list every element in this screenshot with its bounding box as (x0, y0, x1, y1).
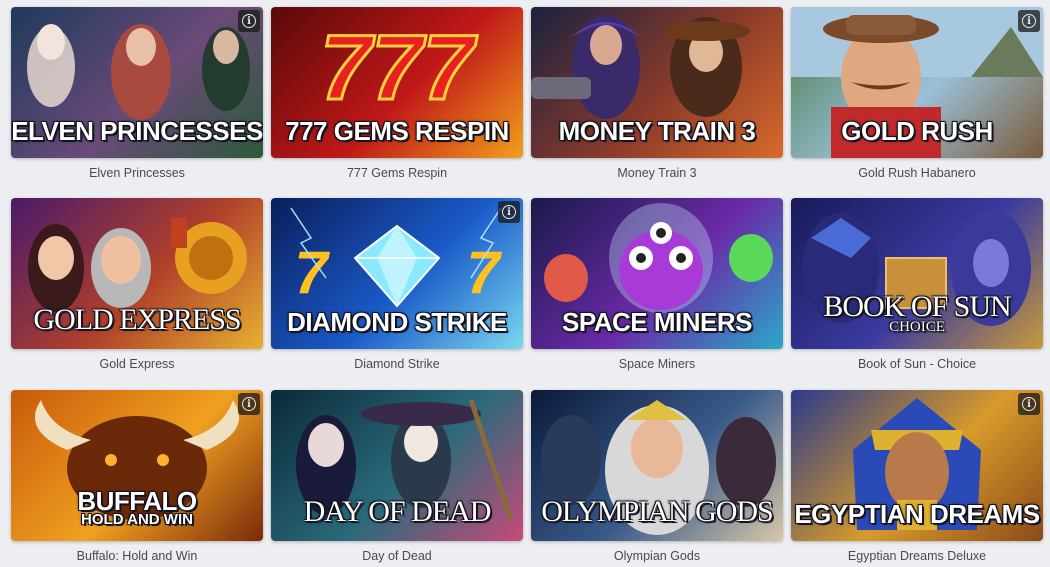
game-logo: GOLD RUSH (791, 118, 1043, 144)
game-logo-text: GOLD RUSH (841, 116, 993, 146)
game-title[interactable]: Gold Express (11, 357, 263, 371)
info-icon: i (242, 397, 256, 411)
game-thumbnail[interactable]: GOLD EXPRESS (11, 198, 263, 349)
game-logo-text: ELVEN PRINCESSES (11, 116, 263, 146)
info-button[interactable]: i (238, 393, 260, 415)
game-logo-text: DIAMOND STRIKE (287, 307, 507, 337)
game-grid: ELVEN PRINCESSES i Elven Princesses 777 777… (0, 0, 1050, 567)
game-tile-gold-express[interactable]: GOLD EXPRESS Gold Express (11, 198, 263, 371)
game-thumbnail[interactable]: BUFFALO HOLD AND WIN i (11, 390, 263, 541)
game-logo: ELVEN PRINCESSES (11, 118, 263, 144)
game-logo-text: SPACE MINERS (562, 307, 753, 337)
info-icon: i (242, 14, 256, 28)
game-thumbnail[interactable]: GOLD RUSH i (791, 7, 1043, 158)
game-tile-book-of-sun[interactable]: BOOK OF SUN CHOICE Book of Sun - Choice (791, 198, 1043, 371)
game-tile-777-gems-respin[interactable]: 777 777 GEMS RESPIN 777 Gems Respin (271, 7, 523, 180)
game-title[interactable]: Money Train 3 (531, 166, 783, 180)
game-tile-egyptian-dreams[interactable]: EGYPTIAN DREAMS i Egyptian Dreams Deluxe (791, 390, 1043, 563)
game-logo-text: MONEY TRAIN 3 (558, 116, 756, 146)
game-title[interactable]: Gold Rush Habanero (791, 166, 1043, 180)
game-title[interactable]: 777 Gems Respin (271, 166, 523, 180)
game-thumbnail[interactable]: DAY OF DEAD (271, 390, 523, 541)
game-title[interactable]: Elven Princesses (11, 166, 263, 180)
game-logo-text: EGYPTIAN DREAMS (794, 499, 1040, 529)
game-thumbnail[interactable]: BOOK OF SUN CHOICE (791, 198, 1043, 349)
game-tile-money-train-3[interactable]: MONEY TRAIN 3 Money Train 3 (531, 7, 783, 180)
game-logo: SPACE MINERS (531, 309, 783, 335)
game-logo: BUFFALO HOLD AND WIN (11, 488, 263, 527)
game-logo-text: OLYMPIAN GODS (541, 495, 774, 528)
game-tile-day-of-dead[interactable]: DAY OF DEAD Day of Dead (271, 390, 523, 563)
game-title[interactable]: Buffalo: Hold and Win (11, 549, 263, 563)
info-icon: i (1022, 397, 1036, 411)
game-logo-text: DAY OF DEAD (303, 495, 492, 528)
game-logo-text: GOLD EXPRESS (33, 303, 241, 336)
game-tile-olympian-gods[interactable]: OLYMPIAN GODS Olympian Gods (531, 390, 783, 563)
game-logo: OLYMPIAN GODS (531, 497, 783, 527)
game-thumbnail[interactable]: EGYPTIAN DREAMS i (791, 390, 1043, 541)
game-logo-text: 777 GEMS RESPIN (285, 116, 509, 146)
game-thumbnail[interactable]: MONEY TRAIN 3 (531, 7, 783, 158)
game-title[interactable]: Olympian Gods (531, 549, 783, 563)
game-tile-diamond-strike[interactable]: 7 7 DIAMOND STRIKE i Diamond Strike (271, 198, 523, 371)
game-title[interactable]: Day of Dead (271, 549, 523, 563)
info-button[interactable]: i (1018, 10, 1040, 32)
game-thumbnail[interactable]: ELVEN PRINCESSES i (11, 7, 263, 158)
game-tile-gold-rush[interactable]: GOLD RUSH i Gold Rush Habanero (791, 7, 1043, 180)
game-logo: DIAMOND STRIKE (271, 309, 523, 335)
game-logo: 777 GEMS RESPIN (271, 118, 523, 144)
game-tile-buffalo[interactable]: BUFFALO HOLD AND WIN i Buffalo: Hold and Wi… (11, 390, 263, 563)
info-button[interactable]: i (238, 10, 260, 32)
game-logo: DAY OF DEAD (271, 497, 523, 527)
info-button[interactable]: i (498, 201, 520, 223)
game-logo: GOLD EXPRESS (11, 305, 263, 335)
info-icon: i (502, 205, 516, 219)
game-thumbnail[interactable]: 7 7 DIAMOND STRIKE i (271, 198, 523, 349)
game-tile-elven-princesses[interactable]: ELVEN PRINCESSES i Elven Princesses (11, 7, 263, 180)
game-thumbnail[interactable]: OLYMPIAN GODS (531, 390, 783, 541)
svg-text:7: 7 (466, 239, 502, 306)
game-thumbnail[interactable]: 777 777 GEMS RESPIN (271, 7, 523, 158)
game-title[interactable]: Diamond Strike (271, 357, 523, 371)
game-title[interactable]: Book of Sun - Choice (791, 357, 1043, 371)
game-logo-subtitle: HOLD AND WIN (81, 511, 193, 528)
svg-text:777: 777 (320, 17, 477, 119)
game-logo: BOOK OF SUN CHOICE (791, 292, 1043, 335)
info-icon: i (1022, 14, 1036, 28)
svg-text:7: 7 (294, 239, 330, 306)
info-button[interactable]: i (1018, 393, 1040, 415)
game-thumbnail[interactable]: SPACE MINERS (531, 198, 783, 349)
game-tile-space-miners[interactable]: SPACE MINERS Space Miners (531, 198, 783, 371)
game-title[interactable]: Egyptian Dreams Deluxe (791, 549, 1043, 563)
game-logo: MONEY TRAIN 3 (531, 118, 783, 144)
game-title[interactable]: Space Miners (531, 357, 783, 371)
game-logo: EGYPTIAN DREAMS (791, 501, 1043, 527)
